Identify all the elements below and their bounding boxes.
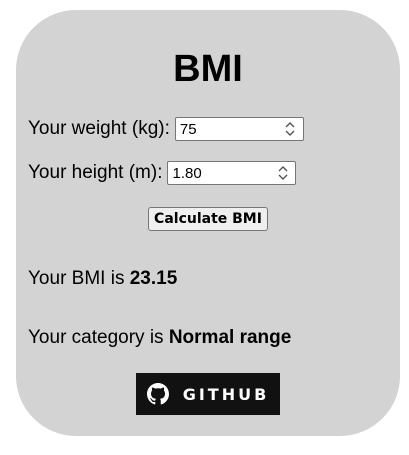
bmi-prefix: Your BMI is bbox=[28, 268, 130, 289]
weight-input[interactable]: 75 bbox=[174, 117, 304, 141]
weight-label: Your weight (kg): bbox=[28, 118, 170, 139]
height-row: Your height (m): 1.80 bbox=[28, 161, 297, 185]
github-button[interactable]: GITHUB bbox=[136, 373, 280, 415]
height-label: Your height (m): bbox=[28, 162, 163, 183]
weight-row: Your weight (kg): 75 bbox=[28, 117, 304, 141]
bmi-value: 23.15 bbox=[129, 268, 178, 289]
category-prefix: Your category is bbox=[28, 327, 169, 348]
weight-spinner-icon[interactable] bbox=[282, 120, 299, 138]
weight-value: 75 bbox=[179, 120, 197, 138]
calculate-bmi-button[interactable]: Calculate BMI bbox=[148, 207, 268, 231]
height-spinner-icon[interactable] bbox=[274, 164, 291, 182]
bmi-result: Your BMI is 23.15 bbox=[28, 268, 177, 290]
height-value: 1.80 bbox=[172, 164, 202, 182]
github-icon bbox=[146, 383, 169, 405]
page-title: BMI bbox=[173, 48, 243, 90]
category-result: Your category is Normal range bbox=[28, 327, 291, 349]
category-value: Normal range bbox=[168, 327, 292, 348]
height-input[interactable]: 1.80 bbox=[167, 161, 297, 185]
github-label: GITHUB bbox=[182, 384, 270, 404]
